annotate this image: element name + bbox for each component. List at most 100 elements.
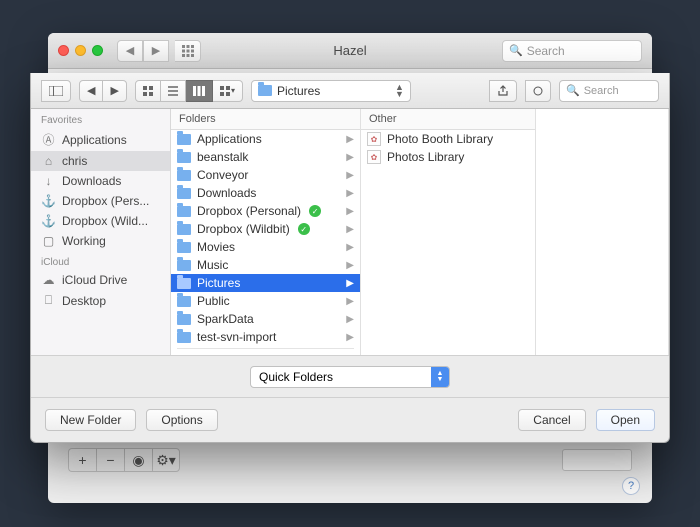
chevron-right-icon: ▶ — [346, 152, 354, 163]
back-button[interactable]: ◀ — [117, 40, 143, 62]
sidebar-item-icon: ☁ — [41, 273, 56, 287]
dialog-search-input[interactable]: 🔍 Search — [559, 80, 659, 102]
item-label: Dropbox (Wildbit) — [197, 222, 290, 236]
dialog-back-button[interactable]: ◀ — [79, 80, 103, 102]
search-icon: 🔍 — [566, 84, 580, 97]
list-item[interactable]: beanstalk▶ — [171, 148, 360, 166]
tags-button[interactable] — [525, 80, 551, 102]
close-icon[interactable] — [58, 45, 69, 56]
chevron-right-icon: ▶ — [346, 314, 354, 325]
item-label: Movies — [197, 240, 235, 254]
sidebar-item-icon: ▢ — [41, 234, 56, 248]
sidebar-item-label: chris — [62, 154, 87, 168]
hazel-nav: ◀ ▶ — [117, 40, 201, 62]
remove-button[interactable]: − — [96, 448, 124, 472]
traffic-lights[interactable] — [58, 45, 103, 56]
sidebar-item-label: Working — [62, 234, 106, 248]
path-label: Pictures — [277, 84, 320, 98]
item-label: Pictures — [197, 276, 240, 290]
zoom-icon[interactable] — [92, 45, 103, 56]
folder-icon — [177, 296, 191, 307]
open-button[interactable]: Open — [596, 409, 655, 431]
sidebar-item[interactable]: ⚓Dropbox (Pers... — [31, 191, 170, 211]
folder-icon — [177, 224, 191, 235]
preview-button[interactable]: ◉ — [124, 448, 152, 472]
list-item[interactable]: Movies ▶ — [171, 238, 360, 256]
list-item[interactable]: Dropbox (Wildbit)✓▶ — [171, 220, 360, 238]
list-item[interactable]: Public ▶ — [171, 292, 360, 310]
view-gallery-button[interactable]: ▾ — [213, 80, 243, 102]
open-dialog: ◀ ▶ ▾ Pictures ▲▼ — [30, 73, 670, 443]
forward-button[interactable]: ▶ — [143, 40, 169, 62]
list-item[interactable]: Music▶ — [171, 256, 360, 274]
list-item[interactable]: SparkData▶ — [171, 310, 360, 328]
hazel-period-select[interactable] — [562, 449, 632, 471]
list-item[interactable]: Applications — [171, 351, 360, 355]
folder-icon — [177, 170, 191, 181]
chevron-right-icon: ▶ — [346, 242, 354, 253]
item-label: Downloads — [197, 186, 256, 200]
actions-gear-button[interactable]: ⚙▾ — [152, 448, 180, 472]
list-item[interactable]: test-svn-import ▶ — [171, 328, 360, 346]
list-item[interactable]: Dropbox (Personal)✓▶ — [171, 202, 360, 220]
column-list[interactable]: ✿Photo Booth Library✿Photos Library — [361, 130, 535, 355]
view-mode-group: ▾ — [135, 80, 243, 102]
path-control[interactable]: Pictures ▲▼ — [251, 80, 411, 102]
dialog-body: FavoritesⒶApplications⌂chris↓Downloads⚓D… — [31, 109, 669, 356]
folder-icon — [177, 278, 191, 289]
view-columns-button[interactable] — [186, 80, 213, 102]
hazel-bottom-toolbar: + − ◉ ⚙▾ — [68, 445, 632, 475]
list-item[interactable]: Downloads▶ — [171, 184, 360, 202]
list-item[interactable]: Conveyor ▶ — [171, 166, 360, 184]
sidebar-item-icon: ⚓ — [41, 194, 56, 208]
dialog-toolbar: ◀ ▶ ▾ Pictures ▲▼ — [31, 73, 669, 109]
sidebar-item[interactable]: ▢ Working — [31, 231, 170, 251]
sidebar-item[interactable]: ☁iCloud Drive — [31, 270, 170, 290]
chevron-right-icon: ▶ — [346, 206, 354, 217]
column-other: Other ✿Photo Booth Library✿Photos Librar… — [361, 109, 536, 355]
sidebar-item-icon: Ⓐ — [41, 131, 56, 148]
share-button[interactable] — [489, 80, 517, 102]
add-button[interactable]: + — [68, 448, 96, 472]
chevron-right-icon: ▶ — [346, 260, 354, 271]
dialog-forward-button[interactable]: ▶ — [103, 80, 126, 102]
sidebar-item[interactable]: ⌂chris — [31, 151, 170, 171]
cancel-button[interactable]: Cancel — [518, 409, 585, 431]
list-item[interactable]: Applications▶ — [171, 130, 360, 148]
item-label: Conveyor — [197, 168, 248, 182]
options-button[interactable]: Options — [146, 409, 217, 431]
sidebar-item[interactable]: ⒶApplications — [31, 128, 170, 151]
hazel-search-input[interactable]: 🔍 Search — [502, 40, 642, 62]
column-list[interactable]: Applications▶beanstalk▶Conveyor▶Download… — [171, 130, 360, 355]
folder-icon — [177, 206, 191, 217]
minimize-icon[interactable] — [75, 45, 86, 56]
sidebar-item[interactable]: ⎕Desktop — [31, 290, 170, 311]
item-label: Dropbox (Personal) — [197, 204, 301, 218]
chevron-right-icon: ▶ — [346, 296, 354, 307]
sidebar-toggle-button[interactable] — [41, 80, 71, 102]
list-item[interactable]: ✿Photos Library — [361, 148, 535, 166]
item-label: Public — [197, 294, 230, 308]
new-folder-button[interactable]: New Folder — [45, 409, 136, 431]
view-icons-button[interactable] — [135, 80, 161, 102]
sidebar-item[interactable]: ↓ Downloads — [31, 171, 170, 191]
hazel-titlebar: ◀ ▶ Hazel 🔍 Search — [48, 33, 652, 69]
chevron-right-icon: ▶ — [346, 170, 354, 181]
sidebar-item-label: Downloads — [62, 174, 121, 188]
dialog-footer: New Folder Options Cancel Open — [31, 398, 669, 442]
item-label: test-svn-import — [197, 330, 276, 344]
folder-icon — [177, 188, 191, 199]
help-button[interactable]: ? — [622, 477, 640, 495]
path-stepper-icon: ▲▼ — [395, 84, 404, 98]
view-list-button[interactable] — [161, 80, 186, 102]
quick-folders-select[interactable]: Quick Folders ▲▼ — [250, 366, 450, 388]
sidebar-item-icon: ↓ — [41, 174, 56, 188]
grid-button[interactable] — [175, 40, 201, 62]
sidebar-item[interactable]: ⚓Dropbox (Wild... — [31, 211, 170, 231]
chevron-right-icon: ▶ — [346, 332, 354, 343]
folder-icon — [177, 242, 191, 253]
list-item[interactable]: Pictures▶ — [171, 274, 360, 292]
folder-icon — [177, 134, 191, 145]
list-item[interactable]: ✿Photo Booth Library — [361, 130, 535, 148]
item-label: Photo Booth Library — [387, 132, 493, 146]
